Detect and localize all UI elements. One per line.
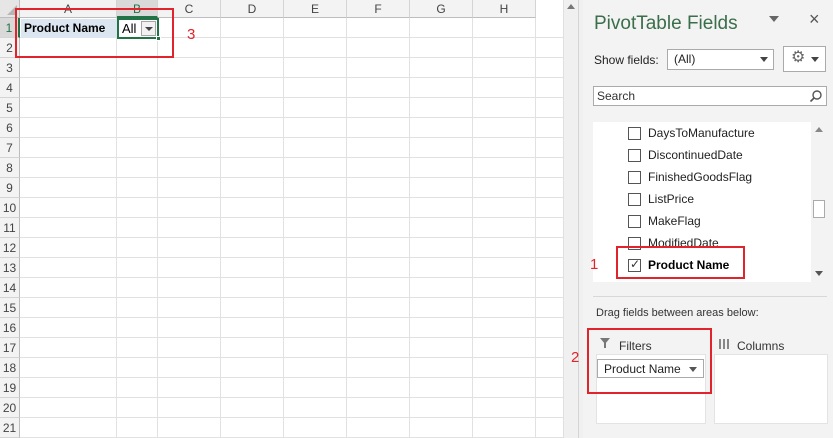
worksheet[interactable]: A B C D E F G H 1 2 3 4 5 6 7 8 9 10 11 … xyxy=(0,0,578,438)
columns-area-label: Columns xyxy=(737,339,785,353)
gridline-horizontal xyxy=(20,77,578,78)
gridline-vertical xyxy=(472,18,473,438)
gridline-horizontal xyxy=(20,177,578,178)
field-checkbox[interactable] xyxy=(628,127,641,140)
row-header-7[interactable]: 7 xyxy=(0,138,20,158)
field-label: FinishedGoodsFlag xyxy=(648,170,753,184)
scroll-up-arrow-icon[interactable] xyxy=(567,4,575,9)
row-header-14[interactable]: 14 xyxy=(0,278,20,298)
row-header-18[interactable]: 18 xyxy=(0,358,20,378)
annotation-number-2: 2 xyxy=(571,349,580,366)
gridline-horizontal xyxy=(20,157,578,158)
scroll-up-arrow-icon[interactable] xyxy=(815,127,823,132)
gridline-vertical xyxy=(283,18,284,438)
row-header-17[interactable]: 17 xyxy=(0,338,20,358)
row-header-11[interactable]: 11 xyxy=(0,218,20,238)
gridline-horizontal xyxy=(20,357,578,358)
gridline-horizontal xyxy=(20,277,578,278)
gridline-horizontal xyxy=(20,117,578,118)
row-header-20[interactable]: 20 xyxy=(0,398,20,418)
gridline-vertical xyxy=(157,18,158,438)
field-item-listprice[interactable]: ListPrice xyxy=(593,188,811,210)
annotation-box-3 xyxy=(15,8,174,58)
column-header-h[interactable]: H xyxy=(473,0,536,18)
pivottable-fields-pane: PivotTable Fields × Show fields: (All) ⚙… xyxy=(571,0,833,438)
pane-options-chevron-icon[interactable] xyxy=(769,16,779,22)
field-label: ListPrice xyxy=(648,192,695,206)
row-header-16[interactable]: 16 xyxy=(0,318,20,338)
field-search-box[interactable] xyxy=(593,86,827,106)
chevron-down-icon xyxy=(760,57,768,62)
field-item-makeflag[interactable]: MakeFlag xyxy=(593,210,811,232)
gridline-horizontal xyxy=(20,137,578,138)
columns-area[interactable] xyxy=(714,354,828,424)
gridline-horizontal xyxy=(20,197,578,198)
gridline-vertical xyxy=(116,18,117,438)
gridline-horizontal xyxy=(20,257,578,258)
row-header-13[interactable]: 13 xyxy=(0,258,20,278)
field-label: DiscontinuedDate xyxy=(648,148,743,162)
annotation-box-1 xyxy=(616,246,745,279)
gear-icon: ⚙ xyxy=(791,49,806,66)
row-header-3[interactable]: 3 xyxy=(0,58,20,78)
row-header-15[interactable]: 15 xyxy=(0,298,20,318)
gridline-horizontal xyxy=(20,97,578,98)
search-icon[interactable] xyxy=(809,89,823,103)
show-fields-value: (All) xyxy=(674,52,696,66)
row-header-9[interactable]: 9 xyxy=(0,178,20,198)
column-header-g[interactable]: G xyxy=(410,0,473,18)
column-header-f[interactable]: F xyxy=(347,0,410,18)
show-fields-select[interactable]: (All) xyxy=(667,49,774,70)
row-headers: 1 2 3 4 5 6 7 8 9 10 11 12 13 14 15 16 1… xyxy=(0,18,20,438)
gridline-horizontal xyxy=(20,237,578,238)
field-checkbox[interactable] xyxy=(628,193,641,206)
column-header-e[interactable]: E xyxy=(284,0,347,18)
tools-gear-button[interactable]: ⚙ xyxy=(783,46,826,72)
drag-fields-label: Drag fields between areas below: xyxy=(596,307,759,319)
pane-title: PivotTable Fields xyxy=(594,13,738,34)
field-label: MakeFlag xyxy=(648,214,701,228)
gridline-horizontal xyxy=(20,377,578,378)
row-header-19[interactable]: 19 xyxy=(0,378,20,398)
pane-divider xyxy=(593,296,827,297)
chevron-down-icon xyxy=(811,57,819,62)
gridline-horizontal xyxy=(20,317,578,318)
gridline-horizontal xyxy=(20,217,578,218)
annotation-number-1: 1 xyxy=(590,256,599,273)
row-header-10[interactable]: 10 xyxy=(0,198,20,218)
search-input[interactable] xyxy=(594,87,804,105)
field-item-daystomanufacture[interactable]: DaysToManufacture xyxy=(593,122,811,144)
field-item-finishedgoodsflag[interactable]: FinishedGoodsFlag xyxy=(593,166,811,188)
field-checkbox[interactable] xyxy=(628,149,641,162)
row-header-4[interactable]: 4 xyxy=(0,78,20,98)
row-header-6[interactable]: 6 xyxy=(0,118,20,138)
field-checkbox[interactable] xyxy=(628,171,641,184)
column-header-d[interactable]: D xyxy=(221,0,284,18)
gridline-vertical xyxy=(535,18,536,438)
annotation-box-2 xyxy=(587,328,712,394)
row-header-12[interactable]: 12 xyxy=(0,238,20,258)
gridline-vertical xyxy=(409,18,410,438)
field-item-discontinueddate[interactable]: DiscontinuedDate xyxy=(593,144,811,166)
scrollbar-thumb[interactable] xyxy=(813,200,825,218)
gridline-horizontal xyxy=(20,397,578,398)
row-header-21[interactable]: 21 xyxy=(0,418,20,438)
annotation-number-3: 3 xyxy=(187,26,196,43)
gridline-vertical xyxy=(346,18,347,438)
gridline-horizontal xyxy=(20,417,578,418)
gridline-vertical xyxy=(220,18,221,438)
gridline-horizontal xyxy=(20,297,578,298)
close-icon[interactable]: × xyxy=(809,10,820,28)
columns-icon xyxy=(719,339,729,349)
row-header-5[interactable]: 5 xyxy=(0,98,20,118)
show-fields-label: Show fields: xyxy=(594,53,659,67)
gridline-horizontal xyxy=(20,337,578,338)
row-header-8[interactable]: 8 xyxy=(0,158,20,178)
sheet-vertical-scrollbar[interactable] xyxy=(563,0,578,438)
scroll-down-arrow-icon[interactable] xyxy=(815,271,823,276)
field-list-scrollbar[interactable] xyxy=(811,122,827,282)
field-checkbox[interactable] xyxy=(628,215,641,228)
field-label: DaysToManufacture xyxy=(648,126,755,140)
